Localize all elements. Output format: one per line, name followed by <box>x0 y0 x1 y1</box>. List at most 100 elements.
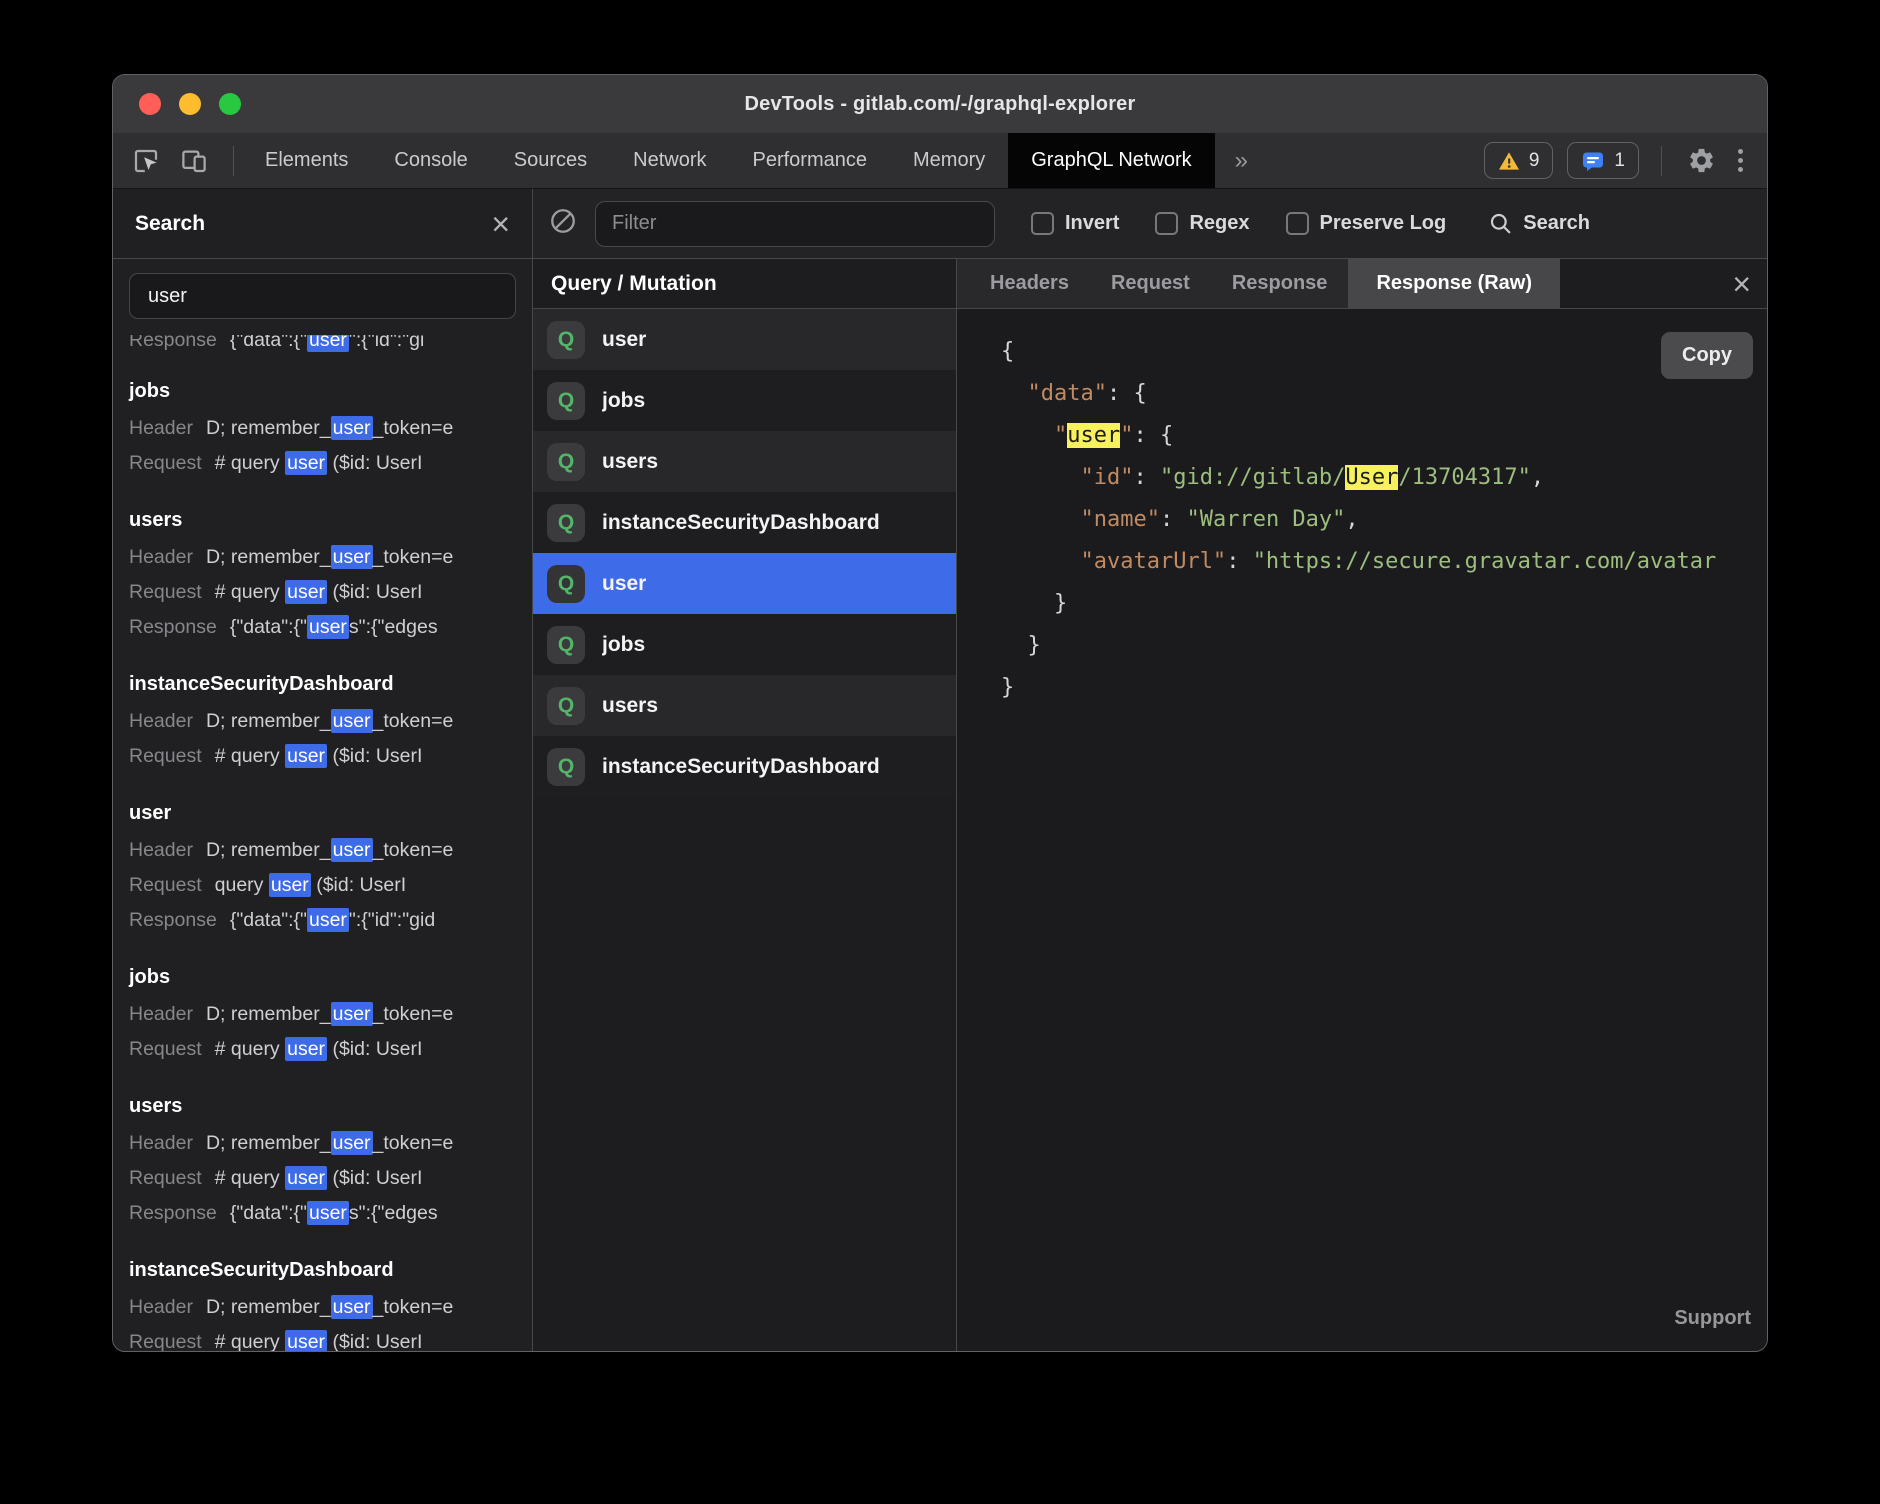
preserve-log-checkbox[interactable] <box>1286 212 1309 235</box>
devtools-tab-network[interactable]: Network <box>610 133 729 188</box>
search-result-line[interactable]: Response{"data":{"user":{"id":"gid <box>129 903 516 938</box>
query-row-user[interactable]: Quser <box>533 553 956 614</box>
json-line: } <box>1001 583 1767 625</box>
search-input[interactable] <box>129 273 516 319</box>
query-type-badge: Q <box>547 443 585 481</box>
detail-tab-headers[interactable]: Headers <box>969 259 1090 308</box>
query-row-label: users <box>602 450 658 474</box>
invert-checkbox-group: Invert <box>1031 212 1119 235</box>
settings-gear-icon[interactable] <box>1684 144 1718 178</box>
query-type-badge: Q <box>547 687 585 725</box>
search-result-line[interactable]: HeaderD; remember_user_token=e <box>129 997 516 1032</box>
regex-checkbox[interactable] <box>1155 212 1178 235</box>
devtools-tab-sources[interactable]: Sources <box>491 133 610 188</box>
json-line: { <box>1001 331 1767 373</box>
search-icon <box>1488 211 1514 237</box>
search-result-partial: Response{"data":{"user":{"id":"gi <box>129 335 516 360</box>
search-result-group-title: jobs <box>129 960 516 995</box>
detail-close-wrap: × <box>1732 259 1751 308</box>
query-row-jobs[interactable]: Qjobs <box>533 614 956 675</box>
query-row-instancesecuritydashboard[interactable]: QinstanceSecurityDashboard <box>533 492 956 553</box>
search-result-line[interactable]: HeaderD; remember_user_token=e <box>129 411 516 446</box>
copy-button[interactable]: Copy <box>1661 332 1753 379</box>
json-line: "user": { <box>1001 415 1767 457</box>
search-result-line[interactable]: Request# query user ($id: UserI <box>129 1161 516 1196</box>
search-result-line[interactable]: Request# query user ($id: UserI <box>129 575 516 610</box>
json-token <box>1001 507 1080 532</box>
search-result-group-users: usersHeaderD; remember_user_token=eReque… <box>129 1089 516 1231</box>
query-row-users[interactable]: Qusers <box>533 675 956 736</box>
more-options-kebab-icon[interactable] <box>1732 149 1749 172</box>
result-line-text: ($id: UserI <box>327 452 422 474</box>
support-link[interactable]: Support <box>1674 1297 1751 1339</box>
result-line-text: ":{"id":"gid <box>349 909 435 931</box>
search-result-line[interactable]: HeaderD; remember_user_token=e <box>129 704 516 739</box>
result-line-text: s":{"edges <box>349 616 438 638</box>
devtools-tab-performance[interactable]: Performance <box>730 133 891 188</box>
search-result-line[interactable]: Response{"data":{"user":{"id":"gi <box>129 335 516 358</box>
devtools-tab-elements[interactable]: Elements <box>242 133 371 188</box>
detail-tab-response-raw[interactable]: Response (Raw) <box>1348 259 1560 308</box>
clear-requests-icon[interactable] <box>549 207 577 240</box>
result-line-text: _token=e <box>373 1296 454 1318</box>
search-result-line[interactable]: Request# query user ($id: UserI <box>129 739 516 774</box>
result-line-label: Header <box>129 1296 193 1318</box>
search-result-line[interactable]: Response{"data":{"users":{"edges <box>129 610 516 645</box>
close-window-button[interactable] <box>139 93 161 115</box>
json-line: } <box>1001 625 1767 667</box>
result-line-text: s":{"edges <box>349 1202 438 1224</box>
devtools-tab-memory[interactable]: Memory <box>890 133 1008 188</box>
query-row-instancesecuritydashboard[interactable]: QinstanceSecurityDashboard <box>533 736 956 797</box>
search-result-line[interactable]: HeaderD; remember_user_token=e <box>129 1126 516 1161</box>
toolbar-divider <box>233 146 234 176</box>
query-row-user[interactable]: Quser <box>533 309 956 370</box>
more-tabs-chevron-icon[interactable]: » <box>1215 133 1268 188</box>
search-result-group-title: users <box>129 503 516 538</box>
query-row-jobs[interactable]: Qjobs <box>533 370 956 431</box>
json-token <box>1001 423 1054 448</box>
close-detail-icon[interactable]: × <box>1732 268 1751 300</box>
result-line-text: # query <box>215 452 285 474</box>
detail-tabs: HeadersRequestResponseResponse (Raw) <box>957 259 1560 308</box>
detail-panel: HeadersRequestResponseResponse (Raw) × {… <box>957 259 1767 1351</box>
result-line-text: ($id: UserI <box>327 1167 422 1189</box>
devtools-tab-graphql-network[interactable]: GraphQL Network <box>1008 133 1214 188</box>
minimize-window-button[interactable] <box>179 93 201 115</box>
query-row-users[interactable]: Qusers <box>533 431 956 492</box>
devtools-tabs: ElementsConsoleSourcesNetworkPerformance… <box>242 133 1215 188</box>
search-result-line[interactable]: Requestquery user ($id: UserI <box>129 868 516 903</box>
search-result-line[interactable]: Response{"data":{"users":{"edges <box>129 1196 516 1231</box>
search-result-line[interactable]: HeaderD; remember_user_token=e <box>129 540 516 575</box>
search-input-wrap <box>113 259 532 329</box>
messages-badge[interactable]: 1 <box>1567 142 1639 179</box>
search-result-line[interactable]: Request# query user ($id: UserI <box>129 446 516 481</box>
query-type-badge: Q <box>547 626 585 664</box>
json-token: "gid://gitlab/ <box>1160 465 1345 490</box>
device-toolbar-icon[interactable] <box>177 144 211 178</box>
query-type-badge: Q <box>547 748 585 786</box>
detail-tab-request[interactable]: Request <box>1090 259 1211 308</box>
inspect-element-icon[interactable] <box>129 144 163 178</box>
close-search-panel-icon[interactable]: × <box>491 208 510 240</box>
result-line-text: query <box>215 874 269 896</box>
result-line-text: _token=e <box>373 546 454 568</box>
search-result-group-user: user HeaderD; remember_user_token=eReques… <box>129 796 516 938</box>
detail-tabbar: HeadersRequestResponseResponse (Raw) × <box>957 259 1767 309</box>
search-result-line[interactable]: HeaderD; remember_user_token=e <box>129 833 516 868</box>
devtools-tab-console[interactable]: Console <box>371 133 490 188</box>
result-line-text: ($id: UserI <box>327 1331 422 1351</box>
detail-tab-response[interactable]: Response <box>1211 259 1349 308</box>
json-token: "name" <box>1080 507 1159 532</box>
invert-checkbox[interactable] <box>1031 212 1054 235</box>
search-result-line[interactable]: HeaderD; remember_user_token=e <box>129 1290 516 1325</box>
filter-input[interactable] <box>595 201 995 247</box>
search-toggle-button[interactable]: Search <box>1488 211 1590 237</box>
match-highlight: user <box>269 873 311 897</box>
json-token: " <box>1054 423 1067 448</box>
search-result-line[interactable]: Request# query user ($id: UserI <box>129 1032 516 1067</box>
search-result-group-instancesecuritydashboard: instanceSecurityDashboardHeaderD; rememb… <box>129 1253 516 1351</box>
zoom-window-button[interactable] <box>219 93 241 115</box>
warnings-badge[interactable]: 9 <box>1484 142 1554 179</box>
search-result-line[interactable]: Request# query user ($id: UserI <box>129 1325 516 1351</box>
result-line-text: _token=e <box>373 1132 454 1154</box>
